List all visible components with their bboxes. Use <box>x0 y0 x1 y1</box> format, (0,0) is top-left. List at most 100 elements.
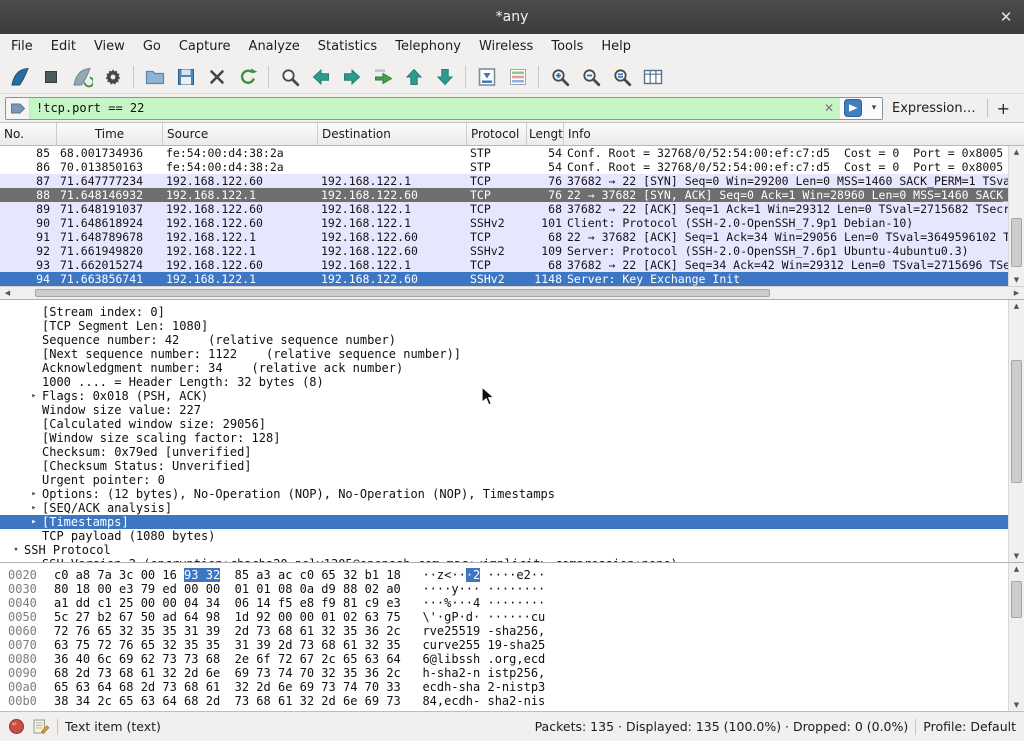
hex-row-00b0[interactable]: 00b038 34 2c 65 63 64 68 2d 73 68 61 32 … <box>8 694 1024 708</box>
expander-icon[interactable]: ▸ <box>26 501 42 515</box>
expander-icon[interactable]: ▸ <box>26 389 42 403</box>
packet-row-91[interactable]: 9171.648789678192.168.122.1192.168.122.6… <box>0 230 1024 244</box>
hex-row-0090[interactable]: 009068 2d 73 68 61 32 2d 6e 69 73 74 70 … <box>8 666 1024 680</box>
detail-line-15[interactable]: ▸[Timestamps] <box>0 515 1024 529</box>
detail-line-16[interactable]: TCP payload (1080 bytes) <box>0 529 1024 543</box>
scroll-up-arrow-icon[interactable]: ▲ <box>1009 146 1024 158</box>
hex-dump-pane[interactable]: 0020c0 a8 7a 3c 00 16 93 32 85 a3 ac c0 … <box>0 562 1024 711</box>
menu-analyze[interactable]: Analyze <box>240 34 309 60</box>
find-packet-button[interactable] <box>274 63 305 91</box>
detail-line-17[interactable]: ▾SSH Protocol <box>0 543 1024 557</box>
detail-line-12[interactable]: Urgent pointer: 0 <box>0 473 1024 487</box>
go-last-button[interactable] <box>429 63 460 91</box>
filter-add-button[interactable]: + <box>990 99 1019 118</box>
menu-go[interactable]: Go <box>134 34 170 60</box>
packet-list-scroll-track[interactable] <box>1011 158 1022 274</box>
column-header-source[interactable]: Source <box>163 123 318 145</box>
expander-icon[interactable]: ▾ <box>8 543 24 557</box>
packet-row-90[interactable]: 9071.648618924192.168.122.60192.168.122.… <box>0 216 1024 230</box>
detail-line-10[interactable]: Checksum: 0x79ed [unverified] <box>0 445 1024 459</box>
hex-scroll-track[interactable] <box>1011 575 1022 699</box>
zoom-out-button[interactable] <box>575 63 606 91</box>
column-header-no[interactable]: No. <box>0 123 57 145</box>
resize-columns-button[interactable] <box>637 63 668 91</box>
display-filter-input[interactable]: !tcp.port == 22 <box>30 98 818 119</box>
go-back-button[interactable] <box>305 63 336 91</box>
hex-row-0080[interactable]: 008036 40 6c 69 62 73 73 68 2e 6f 72 67 … <box>8 652 1024 666</box>
hex-row-0050[interactable]: 00505c 27 b2 67 50 ad 64 98 1d 92 00 00 … <box>8 610 1024 624</box>
close-file-button[interactable] <box>201 63 232 91</box>
hex-scrollbar[interactable]: ▲ ▼ <box>1008 563 1024 711</box>
details-scroll-track[interactable] <box>1011 312 1022 550</box>
stop-capture-button[interactable] <box>35 63 66 91</box>
details-scroll-up-icon[interactable]: ▲ <box>1009 300 1024 312</box>
filter-bookmark-icon[interactable] <box>6 98 30 119</box>
detail-line-3[interactable]: [Next sequence number: 1122 (relative se… <box>0 347 1024 361</box>
save-file-button[interactable] <box>170 63 201 91</box>
display-filter-field[interactable]: !tcp.port == 22 ✕ ▾ <box>5 97 883 120</box>
filter-dropdown-caret[interactable]: ▾ <box>866 98 882 119</box>
details-scrollbar[interactable]: ▲ ▼ <box>1008 300 1024 562</box>
capture-comment-icon[interactable] <box>32 718 50 735</box>
packet-row-88[interactable]: 8871.648146932192.168.122.1192.168.122.6… <box>0 188 1024 202</box>
packet-row-89[interactable]: 8971.648191037192.168.122.60192.168.122.… <box>0 202 1024 216</box>
detail-line-0[interactable]: [Stream index: 0] <box>0 305 1024 319</box>
zoom-in-button[interactable] <box>544 63 575 91</box>
hex-row-0030[interactable]: 003080 18 00 e3 79 ed 00 00 01 01 08 0a … <box>8 582 1024 596</box>
hex-row-0020[interactable]: 0020c0 a8 7a 3c 00 16 93 32 85 a3 ac c0 … <box>8 568 1024 582</box>
zoom-original-button[interactable] <box>606 63 637 91</box>
go-forward-button[interactable] <box>336 63 367 91</box>
column-header-protocol[interactable]: Protocol <box>467 123 527 145</box>
hex-scroll-down-icon[interactable]: ▼ <box>1009 699 1024 711</box>
column-header-destination[interactable]: Destination <box>318 123 467 145</box>
expander-icon[interactable]: ▸ <box>26 515 42 529</box>
auto-scroll-button[interactable] <box>471 63 502 91</box>
packet-list-horizontal-scrollbar[interactable]: ◀ ▶ <box>0 286 1024 299</box>
capture-options-button[interactable] <box>97 63 128 91</box>
detail-line-5[interactable]: 1000 .... = Header Length: 32 bytes (8) <box>0 375 1024 389</box>
menu-wireless[interactable]: Wireless <box>470 34 542 60</box>
packet-row-86[interactable]: 8670.013850163fe:54:00:d4:38:2aSTP54Conf… <box>0 160 1024 174</box>
details-scroll-thumb[interactable] <box>1011 360 1022 484</box>
detail-line-14[interactable]: ▸[SEQ/ACK analysis] <box>0 501 1024 515</box>
titlebar[interactable]: *any ✕ <box>0 0 1024 34</box>
packet-row-92[interactable]: 9271.661949820192.168.122.1192.168.122.6… <box>0 244 1024 258</box>
detail-line-6[interactable]: ▸Flags: 0x018 (PSH, ACK) <box>0 389 1024 403</box>
menu-help[interactable]: Help <box>592 34 640 60</box>
horizontal-scroll-track[interactable] <box>15 289 1009 297</box>
packet-list-pane[interactable]: 8568.001734936fe:54:00:d4:38:2aSTP54Conf… <box>0 146 1024 286</box>
filter-apply-button[interactable] <box>840 98 866 119</box>
filter-clear-icon[interactable]: ✕ <box>818 98 840 119</box>
packet-row-94[interactable]: 9471.663856741192.168.122.1192.168.122.6… <box>0 272 1024 286</box>
expander-icon[interactable]: ▸ <box>26 487 42 501</box>
detail-line-8[interactable]: [Calculated window size: 29056] <box>0 417 1024 431</box>
menu-tools[interactable]: Tools <box>542 34 592 60</box>
expression-button[interactable]: Expression… <box>883 101 985 116</box>
packet-row-85[interactable]: 8568.001734936fe:54:00:d4:38:2aSTP54Conf… <box>0 146 1024 160</box>
go-first-button[interactable] <box>398 63 429 91</box>
hex-row-0070[interactable]: 007063 75 72 76 65 32 35 35 31 39 2d 73 … <box>8 638 1024 652</box>
detail-line-13[interactable]: ▸Options: (12 bytes), No-Operation (NOP)… <box>0 487 1024 501</box>
reload-file-button[interactable] <box>232 63 263 91</box>
menu-capture[interactable]: Capture <box>170 34 240 60</box>
expert-info-icon[interactable] <box>8 718 25 735</box>
menu-statistics[interactable]: Statistics <box>309 34 386 60</box>
restart-capture-button[interactable] <box>66 63 97 91</box>
scroll-left-arrow-icon[interactable]: ◀ <box>0 287 15 299</box>
column-header-length[interactable]: Length <box>527 123 564 145</box>
start-capture-button[interactable] <box>4 63 35 91</box>
menu-telephony[interactable]: Telephony <box>386 34 470 60</box>
detail-line-4[interactable]: Acknowledgment number: 34 (relative ack … <box>0 361 1024 375</box>
column-header-info[interactable]: Info <box>564 123 1024 145</box>
horizontal-scroll-thumb[interactable] <box>35 289 771 297</box>
go-to-packet-button[interactable] <box>367 63 398 91</box>
profile-status[interactable]: Profile: Default <box>923 719 1016 734</box>
hex-row-0060[interactable]: 006072 76 65 32 35 35 31 39 2d 73 68 61 … <box>8 624 1024 638</box>
column-header-time[interactable]: Time <box>57 123 163 145</box>
details-scroll-down-icon[interactable]: ▼ <box>1009 550 1024 562</box>
packet-row-87[interactable]: 8771.647777234192.168.122.60192.168.122.… <box>0 174 1024 188</box>
colorize-packets-button[interactable] <box>502 63 533 91</box>
hex-scroll-up-icon[interactable]: ▲ <box>1009 563 1024 575</box>
expander-icon[interactable]: ▸ <box>26 557 42 562</box>
close-window-button[interactable]: ✕ <box>988 8 1024 26</box>
